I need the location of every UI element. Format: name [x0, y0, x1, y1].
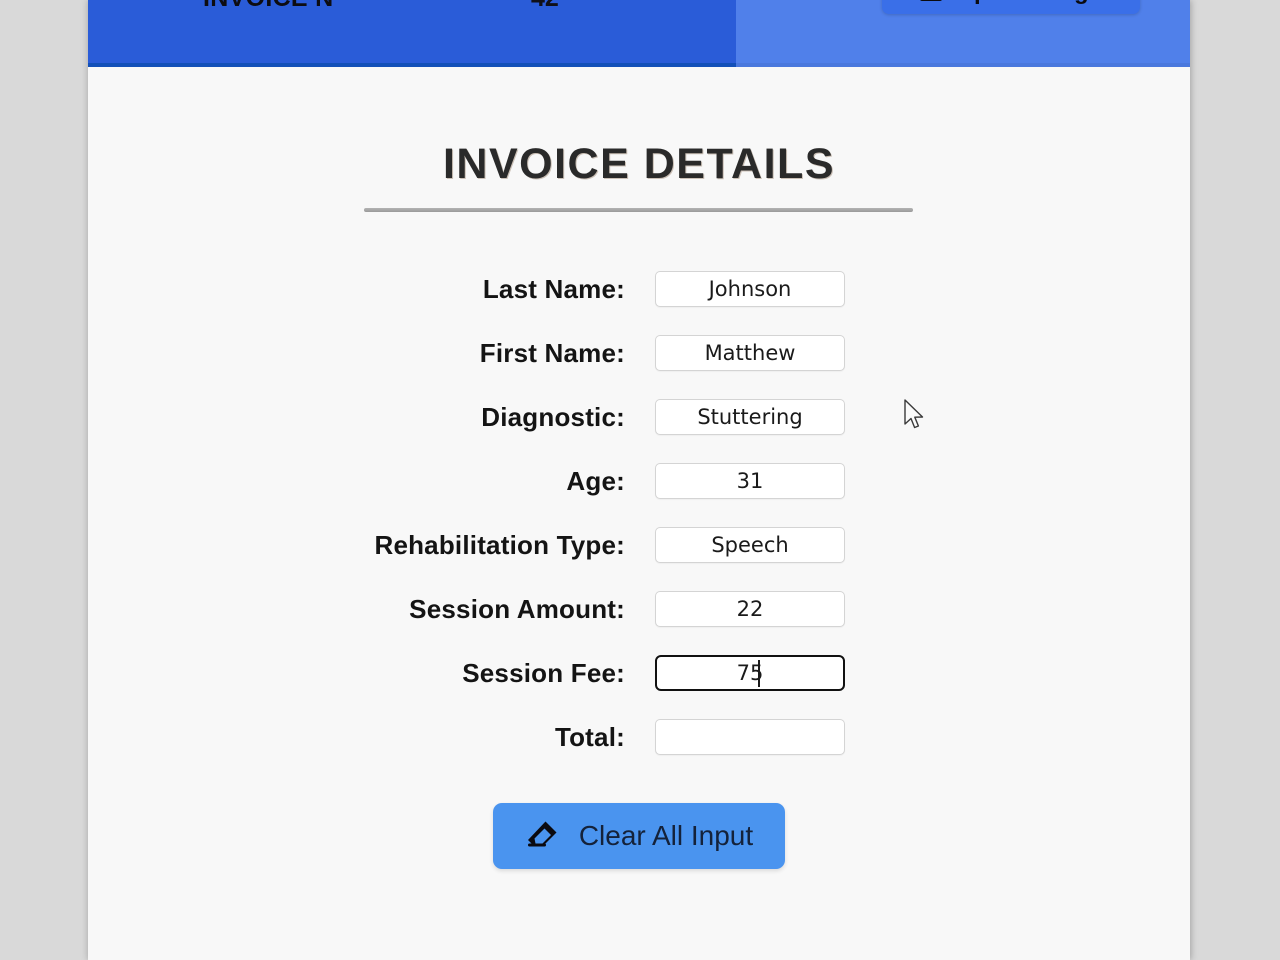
total-label: Total:: [554, 721, 625, 752]
form-row-diagnostic: Diagnostic:: [88, 385, 1190, 449]
form-row-session-amount: Session Amount:: [88, 577, 1190, 641]
form-row-age: Age:: [88, 449, 1190, 513]
eraser-icon: [525, 819, 559, 854]
diagnostic-label: Diagnostic:: [481, 401, 625, 432]
diagnostic-input[interactable]: [655, 399, 845, 435]
total-input[interactable]: [655, 719, 845, 755]
page-title: INVOICE DETAILS: [442, 140, 835, 188]
text-caret: [758, 660, 760, 687]
session-fee-input[interactable]: [655, 655, 845, 691]
age-label: Age:: [566, 465, 625, 496]
invoice-form: Last Name: First Name: Diagnostic: Age: …: [88, 257, 1190, 769]
last-name-input[interactable]: [655, 271, 845, 307]
rehabilitation-type-input[interactable]: [655, 527, 845, 563]
form-row-last-name: Last Name:: [88, 257, 1190, 321]
clear-all-input-button[interactable]: Clear All Input: [493, 803, 785, 869]
invoice-body: INVOICE DETAILS Last Name: First Name: D…: [88, 67, 1190, 960]
invoice-number-value: 42: [531, 0, 559, 13]
last-name-label: Last Name:: [482, 273, 625, 304]
upload-logo-button[interactable]: Upload Logo: [882, 0, 1140, 14]
app-header: INVOICE N° 42 Upload Logo: [88, 0, 1190, 67]
header-logo-panel: Upload Logo: [736, 0, 1190, 67]
invoice-page: INVOICE N° 42 Upload Logo INVOICE DETAIL…: [88, 0, 1190, 960]
form-row-first-name: First Name:: [88, 321, 1190, 385]
session-amount-label: Session Amount:: [409, 593, 625, 624]
title-divider: [364, 208, 913, 212]
first-name-label: First Name:: [479, 337, 625, 368]
first-name-input[interactable]: [655, 335, 845, 371]
form-row-rehabilitation-type: Rehabilitation Type:: [88, 513, 1190, 577]
invoice-number-label: INVOICE N°: [203, 0, 344, 13]
rehabilitation-type-label: Rehabilitation Type:: [374, 529, 625, 560]
header-invoice-number-panel: INVOICE N° 42: [88, 0, 736, 67]
clear-all-input-label: Clear All Input: [578, 820, 754, 851]
session-fee-label: Session Fee:: [462, 657, 625, 688]
upload-logo-label: Upload Logo: [957, 0, 1104, 6]
image-upload-icon: [919, 0, 943, 2]
form-row-session-fee: Session Fee:: [88, 641, 1190, 705]
age-input[interactable]: [655, 463, 845, 499]
session-amount-input[interactable]: [655, 591, 845, 627]
session-fee-field-wrapper: [655, 653, 845, 693]
form-row-total: Total:: [88, 705, 1190, 769]
